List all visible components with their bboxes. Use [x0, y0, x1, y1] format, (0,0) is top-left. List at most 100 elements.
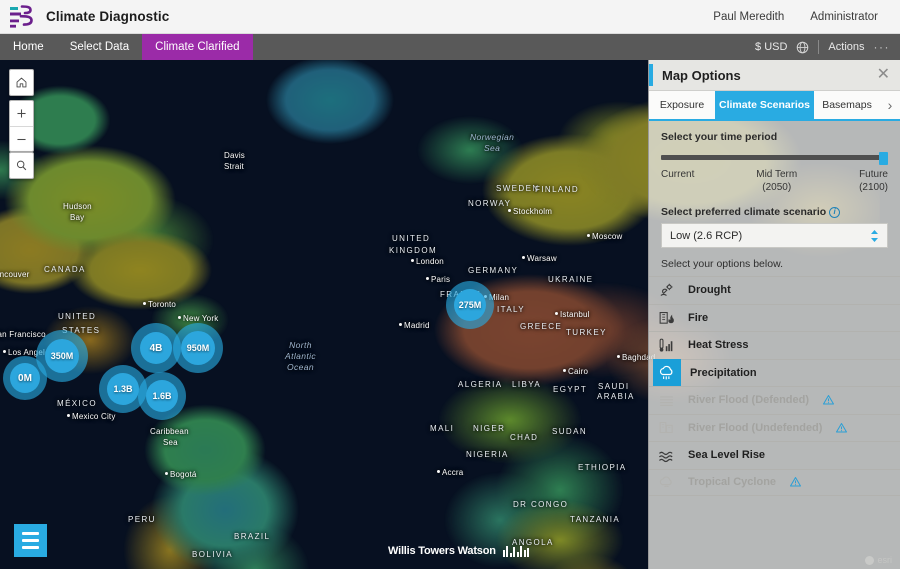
tab-climate-scenarios[interactable]: Climate Scenarios: [715, 91, 814, 119]
climate-scenario-select[interactable]: Low (2.6 RCP): [661, 223, 888, 248]
option-row-river-flood-defended: River Flood (Defended): [649, 386, 900, 414]
user-name[interactable]: Paul Meredith: [713, 11, 784, 23]
globe-icon[interactable]: [796, 41, 809, 54]
option-row-sea-level-rise[interactable]: Sea Level Rise: [649, 441, 900, 469]
map-city-dot: [399, 323, 402, 326]
option-label: River Flood (Defended): [688, 394, 809, 406]
river-flood-defended-icon: [653, 389, 679, 411]
zoom-in-button[interactable]: [10, 101, 33, 126]
warning-triangle-icon[interactable]: [822, 394, 835, 406]
time-period-slider[interactable]: [661, 152, 888, 162]
option-label: Tropical Cyclone: [688, 476, 776, 488]
map-city-dot: [426, 277, 429, 280]
option-row-fire[interactable]: Fire: [649, 304, 900, 332]
map-home-control[interactable]: [9, 69, 34, 96]
scenario-label: Select preferred climate scenario: [661, 206, 826, 218]
chevron-right-icon[interactable]: ›: [880, 91, 900, 119]
map-menu-button[interactable]: [14, 524, 47, 557]
option-row-drought[interactable]: Drought: [649, 276, 900, 304]
home-icon: [15, 76, 28, 89]
landmass-greenland: [240, 60, 420, 160]
river-flood-undefended-icon: [653, 417, 679, 439]
map-city-dot: [587, 234, 590, 237]
map-search-control[interactable]: [9, 152, 34, 179]
map-options-panel: Map Options ✕ Exposure Climate Scenarios…: [648, 60, 900, 569]
user-role[interactable]: Administrator: [810, 11, 878, 23]
ellipsis-icon[interactable]: ···: [874, 40, 891, 54]
option-label: Heat Stress: [688, 339, 749, 351]
warning-triangle-icon[interactable]: [835, 422, 848, 434]
map-city-dot: [522, 256, 525, 259]
map-cluster-marker[interactable]: 1.6B: [138, 372, 186, 420]
slider-handle[interactable]: [879, 152, 888, 165]
search-icon: [15, 159, 28, 172]
map-city-dot: [3, 350, 6, 353]
cluster-value-badge: 0M: [10, 363, 40, 393]
map-city-dot: [508, 209, 511, 212]
landmass-south-america: [95, 390, 345, 569]
map-zoom-controls[interactable]: [9, 100, 34, 152]
option-warning[interactable]: [785, 476, 802, 488]
actions-button[interactable]: Actions: [828, 41, 864, 53]
tab-exposure[interactable]: Exposure: [649, 91, 715, 119]
wtw-brand-watermark: Willis Towers Watson: [388, 545, 529, 557]
map-city-dot: [178, 316, 181, 319]
mark-line-2: (2050): [756, 181, 797, 194]
currency-label[interactable]: $ USD: [755, 41, 787, 53]
nav-item-select-data[interactable]: Select Data: [57, 34, 142, 60]
nav-item-home[interactable]: Home: [0, 34, 57, 60]
option-label: Fire: [688, 312, 708, 324]
tab-basemaps[interactable]: Basemaps: [814, 91, 880, 119]
option-label: Sea Level Rise: [688, 449, 765, 461]
sea-level-rise-icon: [653, 444, 679, 466]
map-city-dot: [555, 312, 558, 315]
map-city-dot: [563, 369, 566, 372]
home-button[interactable]: [10, 70, 33, 95]
close-icon[interactable]: ✕: [877, 67, 890, 83]
map-city-dot: [143, 302, 146, 305]
option-warning[interactable]: [818, 394, 835, 406]
hamburger-bar: [22, 539, 39, 542]
top-header-bar: Climate Diagnostic Paul Meredith Adminis…: [0, 0, 900, 34]
cluster-value-badge: 950M: [181, 331, 215, 365]
nav-right-group: $ USD Actions ···: [755, 34, 900, 60]
plus-icon: [15, 107, 28, 120]
heat-stress-icon: [653, 334, 679, 356]
scenario-selected-value: Low (2.6 RCP): [670, 230, 742, 242]
climate-options-list: Drought Fire Heat Stress Precipitation River…: [649, 276, 900, 496]
option-label: River Flood (Undefended): [688, 422, 822, 434]
warning-triangle-icon[interactable]: [789, 476, 802, 488]
header-user-area: Paul Meredith Administrator: [713, 11, 900, 23]
wtw-logo-bars-icon: [503, 546, 530, 557]
nav-item-climate-clarified[interactable]: Climate Clarified: [142, 34, 252, 60]
search-button[interactable]: [10, 153, 33, 178]
map-city-dot: [165, 472, 168, 475]
option-row-heat-stress[interactable]: Heat Stress: [649, 331, 900, 359]
mark-line-1: Current: [661, 168, 694, 181]
map-cluster-marker[interactable]: 0M: [3, 356, 47, 400]
map-city-dot: [411, 259, 414, 262]
slider-track[interactable]: [661, 155, 888, 160]
option-label: Precipitation: [690, 367, 757, 379]
fire-icon: [653, 307, 679, 329]
cluster-value-badge: 275M: [454, 289, 486, 321]
time-period-marks: Current Mid Term (2050) Future (2100): [661, 168, 888, 194]
cluster-value-badge: 1.3B: [107, 373, 139, 405]
hamburger-bar: [22, 532, 39, 535]
panel-title: Map Options: [662, 68, 741, 83]
panel-accent-bar: [649, 64, 653, 86]
drought-icon: [653, 279, 679, 301]
mark-line-2: (2100): [859, 181, 888, 194]
cluster-value-badge: 4B: [140, 332, 172, 364]
map-cluster-marker[interactable]: 275M: [446, 281, 494, 329]
zoom-out-button[interactable]: [10, 126, 33, 151]
panel-header: Map Options ✕: [649, 60, 900, 91]
map-city-dot: [67, 414, 70, 417]
slider-mark-future: Future (2100): [859, 168, 888, 194]
option-row-river-flood-undefended: River Flood (Undefended): [649, 414, 900, 442]
info-icon[interactable]: i: [829, 207, 840, 218]
option-row-precipitation[interactable]: Precipitation: [649, 359, 900, 387]
map-cluster-marker[interactable]: 950M: [173, 323, 223, 373]
option-warning[interactable]: [831, 422, 848, 434]
option-label: Drought: [688, 284, 731, 296]
